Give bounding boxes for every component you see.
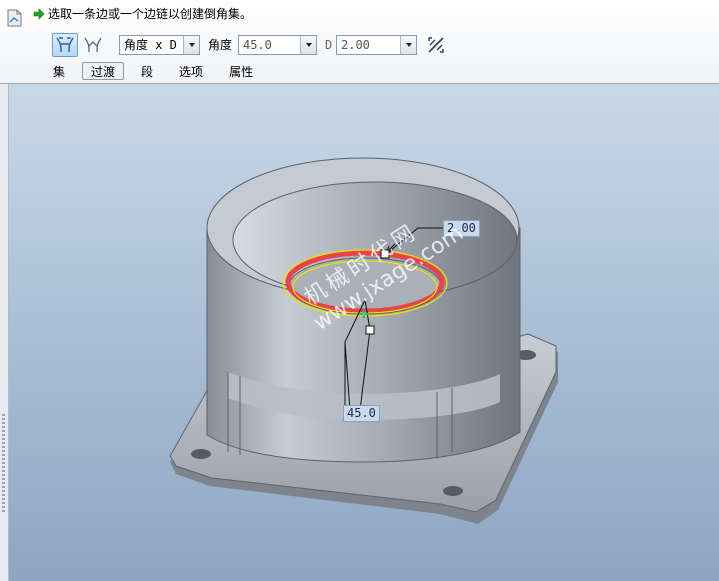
transition-mode-button[interactable] xyxy=(80,33,106,57)
feature-icon xyxy=(7,9,22,27)
chamfer-type-buttons xyxy=(52,33,108,57)
chamfer-set-icon xyxy=(56,37,74,53)
scheme-value: 角度 x D xyxy=(124,38,177,52)
prompt-text: 选取一条边或一个边链以创建倒角集。 xyxy=(48,7,253,21)
flange-hole xyxy=(443,486,463,496)
angle-dimension[interactable]: 45.0 xyxy=(343,405,380,422)
flip-direction-icon[interactable] xyxy=(426,36,446,54)
part-model[interactable] xyxy=(0,84,719,581)
angle-input[interactable]: 45.0 xyxy=(238,35,317,55)
tab-transitions[interactable]: 过渡 xyxy=(82,62,125,80)
tab-sets[interactable]: 集 xyxy=(44,62,74,80)
angle-label: 角度 xyxy=(208,38,233,52)
set-mode-button[interactable] xyxy=(52,33,78,57)
chamfer-transition-icon xyxy=(84,37,102,53)
dashboard-tabs: 集 过渡 段 选项 属性 xyxy=(44,62,270,80)
chevron-down-icon[interactable] xyxy=(183,36,199,54)
distance-input[interactable]: 2.00 xyxy=(336,35,417,55)
tab-options[interactable]: 选项 xyxy=(170,62,212,80)
angle-value: 45.0 xyxy=(243,38,272,52)
scheme-select[interactable]: 角度 x D xyxy=(119,35,200,55)
chevron-down-icon[interactable] xyxy=(400,36,416,54)
tab-pieces[interactable]: 段 xyxy=(132,62,162,80)
arrow-right-icon xyxy=(33,8,45,20)
message-prompt: 选取一条边或一个边链以创建倒角集。 xyxy=(33,6,252,22)
chamfer-dashboard: 选取一条边或一个边链以创建倒角集。 角度 x D 角度 45.0 D 2.00 xyxy=(0,0,719,84)
distance-value: 2.00 xyxy=(341,38,370,52)
drag-handle[interactable] xyxy=(365,325,375,335)
d-label: D xyxy=(325,38,333,52)
tab-properties[interactable]: 属性 xyxy=(220,62,262,80)
flange-hole xyxy=(191,449,211,459)
chevron-down-icon[interactable] xyxy=(300,36,316,54)
